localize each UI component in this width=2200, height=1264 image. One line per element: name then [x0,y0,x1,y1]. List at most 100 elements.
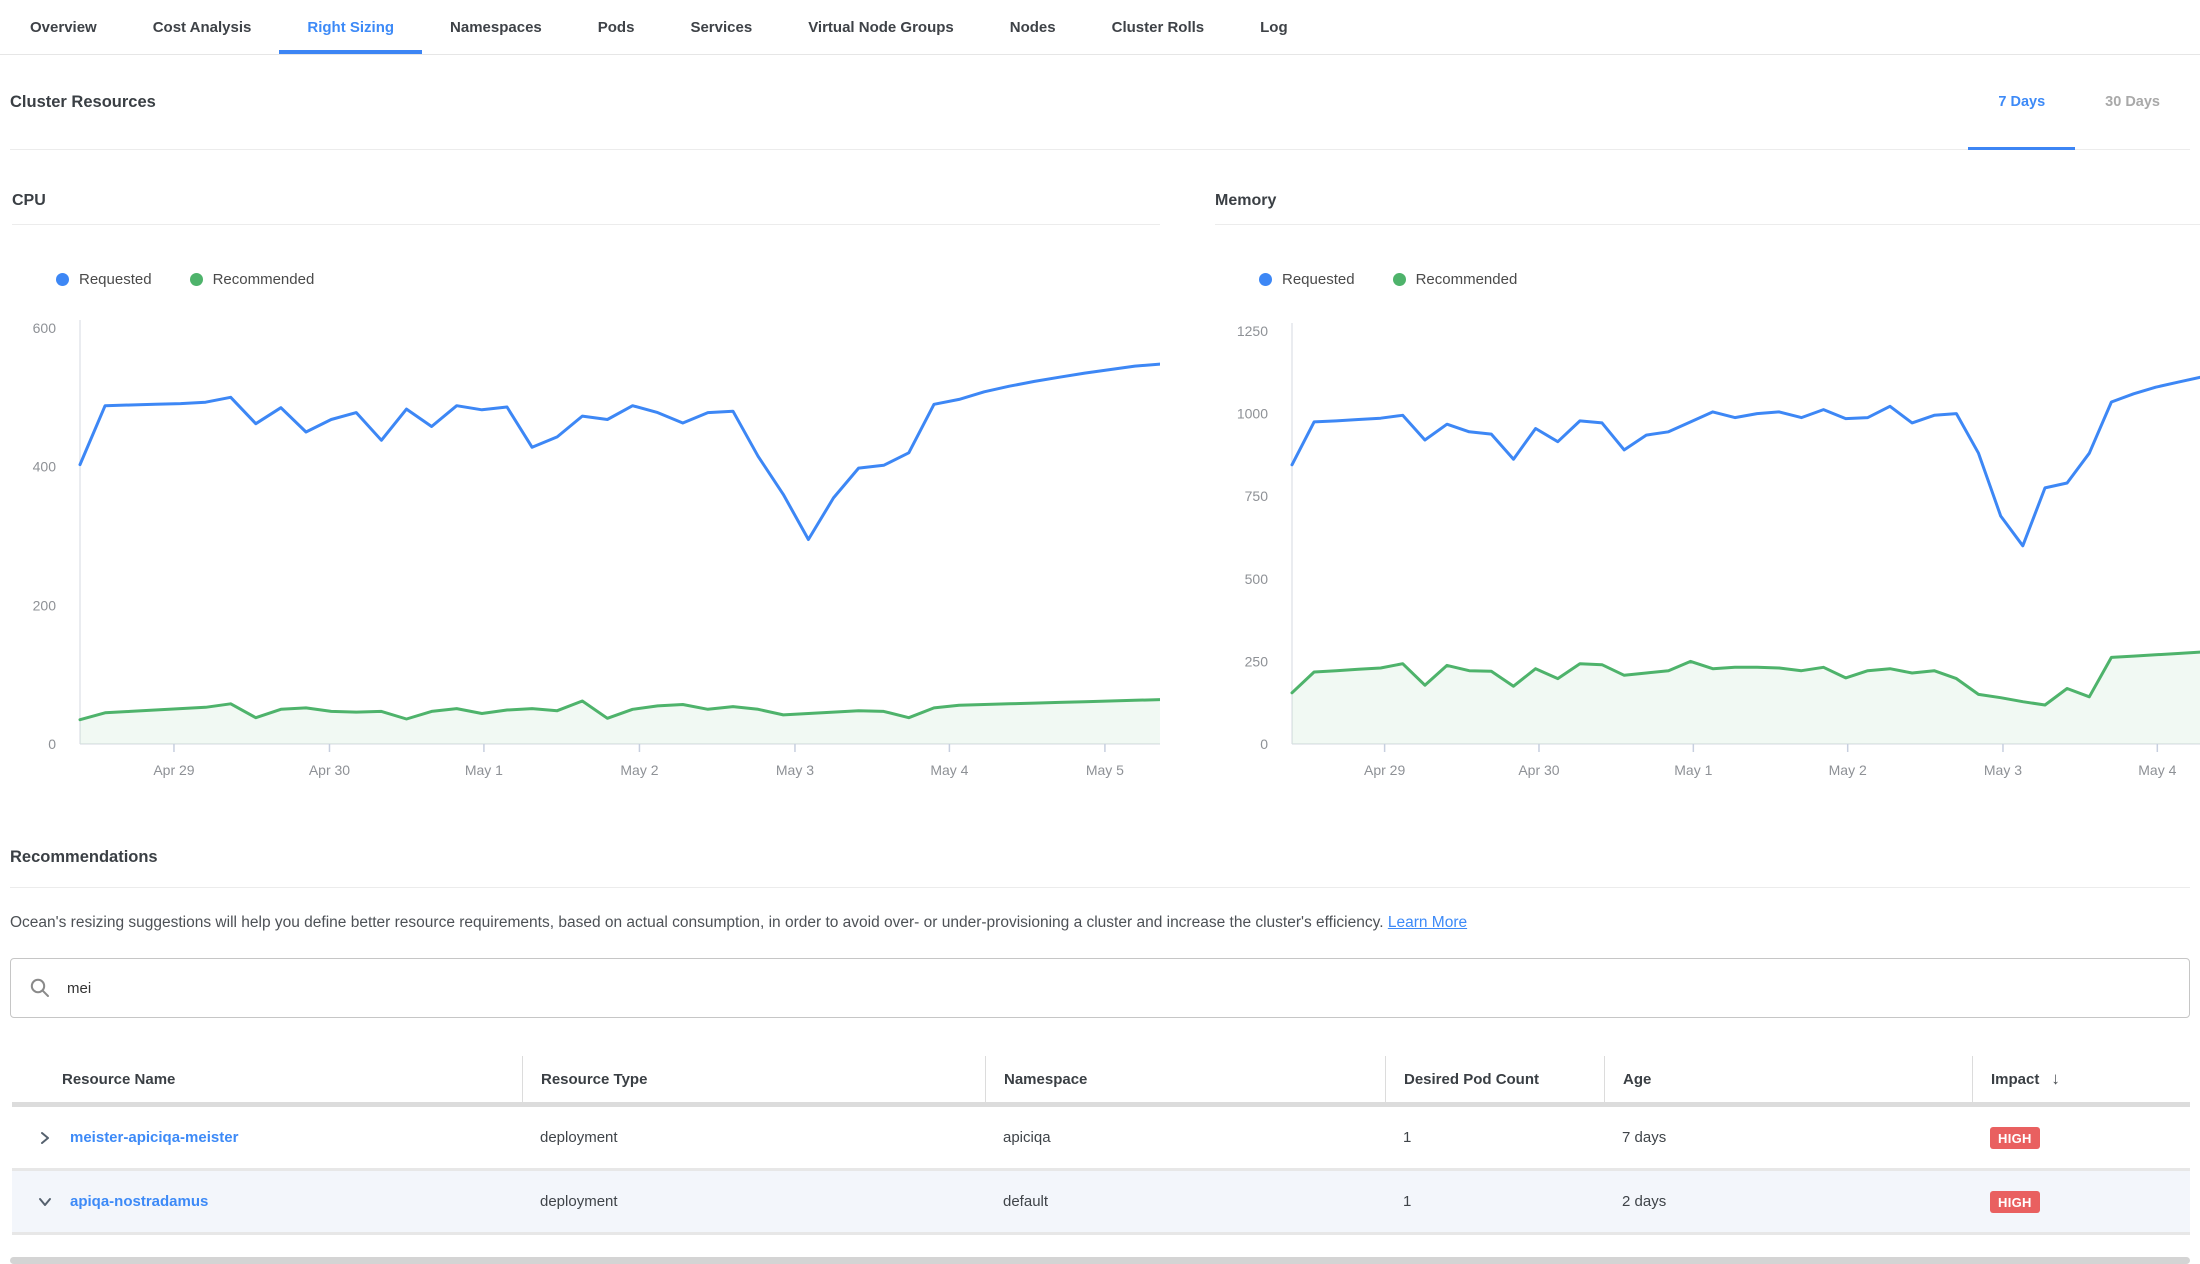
sort-descending-icon: ↓ [2051,1069,2060,1089]
chevron-right-icon[interactable] [36,1129,54,1147]
search-icon [29,977,51,999]
tab-overview[interactable]: Overview [2,0,125,54]
tab-virtual-node-groups[interactable]: Virtual Node Groups [780,0,982,54]
impact-badge: HIGH [1990,1191,2040,1213]
column-header-namespace[interactable]: Namespace [985,1056,1385,1102]
tab-log[interactable]: Log [1232,0,1316,54]
table-row[interactable]: apiqa-nostradamus deploymentdefault12 day… [12,1171,2190,1235]
recommendations-description: Ocean's resizing suggestions will help y… [10,914,2190,932]
table-row[interactable]: meister-apiciqa-meister deploymentapiciqa… [12,1107,2190,1171]
svg-text:May 3: May 3 [776,762,814,778]
recommended-dot-icon [190,273,203,286]
svg-text:0: 0 [1260,736,1268,752]
svg-text:600: 600 [33,320,57,336]
svg-text:400: 400 [33,459,57,475]
horizontal-scrollbar[interactable] [10,1257,2190,1264]
resource-type-cell: deployment [522,1193,985,1210]
range-tab-7-days[interactable]: 7 Days [1968,55,2075,149]
svg-text:1000: 1000 [1237,406,1268,422]
tab-cost-analysis[interactable]: Cost Analysis [125,0,280,54]
charts-row: CPU Requested Recommended 600 400 200 0 Apr 2… [0,150,2200,784]
svg-text:May 4: May 4 [2138,762,2176,778]
impact-cell: HIGH [1972,1127,2190,1149]
svg-text:0: 0 [48,736,56,752]
recommendations-table: Resource Name Resource Type Namespace Desir… [12,1056,2190,1235]
tab-nodes[interactable]: Nodes [982,0,1084,54]
column-header-desired-pod-count[interactable]: Desired Pod Count [1385,1056,1604,1102]
svg-text:Apr 29: Apr 29 [1364,762,1405,778]
svg-text:May 1: May 1 [465,762,503,778]
search-input[interactable] [65,979,2171,998]
resource-type-cell: deployment [522,1129,985,1146]
svg-text:500: 500 [1245,571,1269,587]
resource-name-link[interactable]: apiqa-nostradamus [70,1193,208,1210]
namespace-cell: default [985,1193,1385,1210]
age-cell: 2 days [1604,1193,1972,1210]
column-header-label: Age [1623,1071,1651,1088]
table-header-row: Resource Name Resource Type Namespace Desir… [12,1056,2190,1107]
legend-item-recommended[interactable]: Recommended [190,271,315,288]
time-range-toggle: 7 Days30 Days [1968,55,2190,149]
svg-text:250: 250 [1245,653,1269,669]
legend-label: Recommended [213,271,315,288]
legend-label: Recommended [1416,271,1518,288]
column-header-label: Resource Type [541,1071,647,1088]
legend-item-requested[interactable]: Requested [1259,271,1355,288]
column-header-resource-name[interactable]: Resource Name [12,1056,522,1102]
learn-more-link[interactable]: Learn More [1388,914,1467,931]
cpu-chart-title: CPU [12,192,1160,225]
range-tab-30-days[interactable]: 30 Days [2075,55,2190,149]
recommendations-description-text: Ocean's resizing suggestions will help y… [10,914,1384,931]
namespace-cell: apiciqa [985,1129,1385,1146]
requested-dot-icon [1259,273,1272,286]
tab-pods[interactable]: Pods [570,0,663,54]
svg-text:May 2: May 2 [620,762,658,778]
svg-text:May 4: May 4 [930,762,968,778]
chevron-down-icon[interactable] [36,1193,54,1211]
memory-chart-panel: Memory Requested Recommended 1250 1000 750 5… [1215,150,2200,784]
tab-namespaces[interactable]: Namespaces [422,0,570,54]
tab-right-sizing[interactable]: Right Sizing [279,0,422,54]
tab-cluster-rolls[interactable]: Cluster Rolls [1084,0,1233,54]
column-header-label: Namespace [1004,1071,1087,1088]
search-box[interactable] [10,958,2190,1018]
cpu-chart-legend: Requested Recommended [56,271,1160,288]
resource-name-cell: meister-apiciqa-meister [12,1129,522,1147]
column-header-resource-type[interactable]: Resource Type [522,1056,985,1102]
column-header-label: Desired Pod Count [1404,1071,1539,1088]
cpu-chart-panel: CPU Requested Recommended 600 400 200 0 Apr 2… [12,150,1160,784]
memory-line-chart: 125010007505002500Apr 29Apr 30May 1May 2… [1215,314,2200,784]
svg-text:750: 750 [1245,488,1269,504]
svg-text:Apr 30: Apr 30 [1518,762,1559,778]
svg-text:200: 200 [33,597,57,613]
desired-pod-count-cell: 1 [1385,1193,1604,1210]
cpu-line-chart: 6004002000Apr 29Apr 30May 1May 2May 3May… [12,314,1160,784]
top-tab-bar: OverviewCost AnalysisRight SizingNamespa… [0,0,2200,55]
memory-chart-legend: Requested Recommended [1259,271,2200,288]
resource-name-cell: apiqa-nostradamus [12,1193,522,1211]
cluster-resources-title: Cluster Resources [10,93,156,112]
column-header-age[interactable]: Age [1604,1056,1972,1102]
cluster-resources-header: Cluster Resources 7 Days30 Days [10,55,2190,150]
memory-chart-title: Memory [1215,192,2200,225]
requested-dot-icon [56,273,69,286]
svg-text:1250: 1250 [1237,323,1268,339]
impact-cell: HIGH [1972,1191,2190,1213]
column-header-label: Resource Name [62,1071,175,1088]
recommendations-section: Recommendations Ocean's resizing suggest… [10,848,2190,1235]
desired-pod-count-cell: 1 [1385,1129,1604,1146]
tab-services[interactable]: Services [662,0,780,54]
legend-label: Requested [1282,271,1355,288]
age-cell: 7 days [1604,1129,1972,1146]
legend-item-recommended[interactable]: Recommended [1393,271,1518,288]
recommended-dot-icon [1393,273,1406,286]
svg-text:May 5: May 5 [1086,762,1124,778]
column-header-impact[interactable]: Impact ↓ [1972,1056,2190,1102]
resource-name-link[interactable]: meister-apiciqa-meister [70,1129,238,1146]
svg-text:May 2: May 2 [1829,762,1867,778]
svg-text:May 3: May 3 [1984,762,2022,778]
column-header-label: Impact [1991,1071,2039,1088]
legend-item-requested[interactable]: Requested [56,271,152,288]
legend-label: Requested [79,271,152,288]
svg-text:Apr 29: Apr 29 [153,762,194,778]
